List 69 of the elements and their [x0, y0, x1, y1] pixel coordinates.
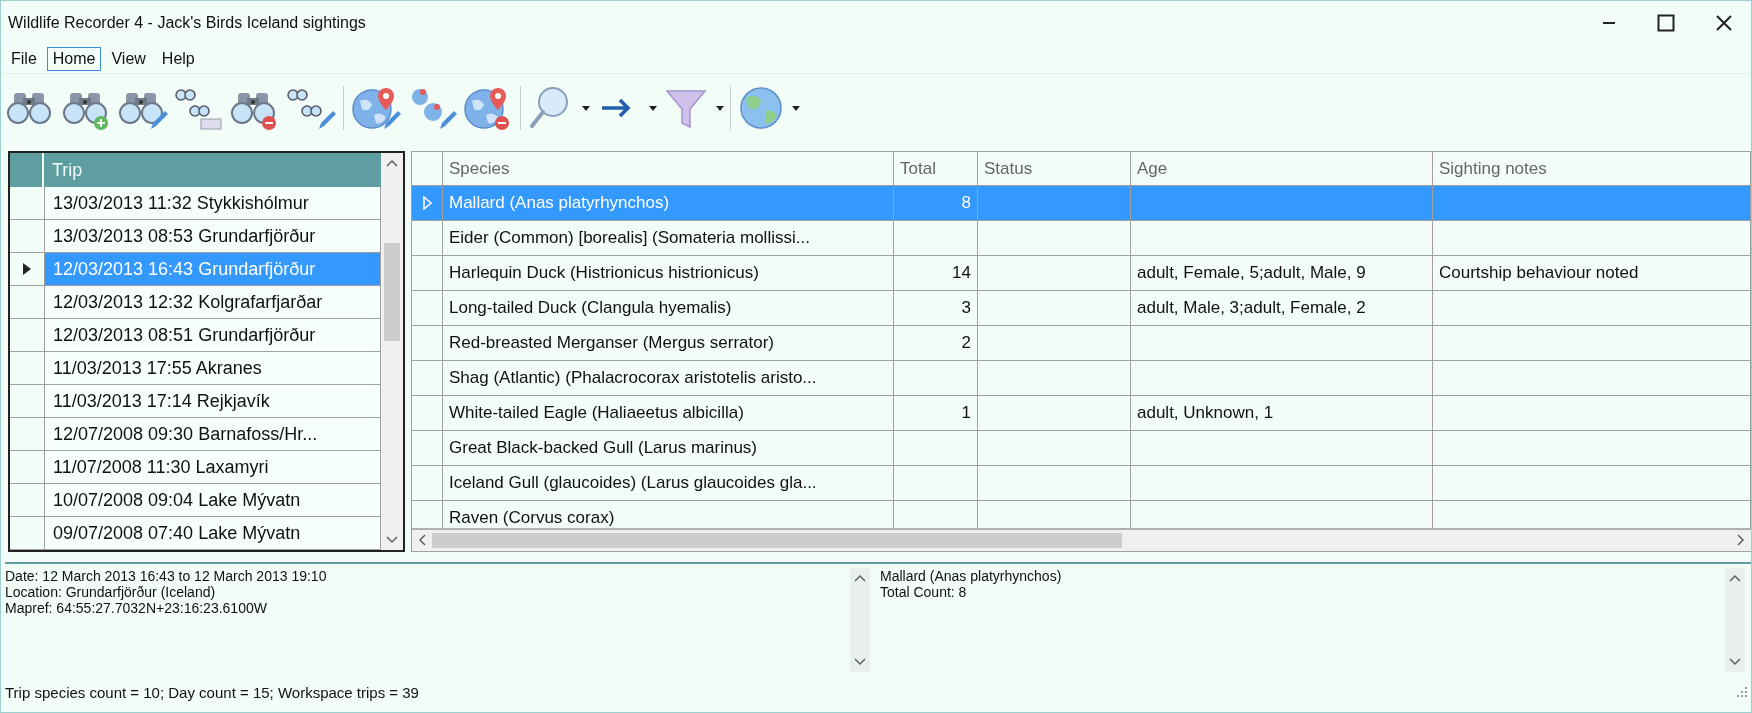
table-cell: Long-tailed Duck (Clangula hyemalis) [449, 298, 732, 318]
trip-item[interactable]: 12/03/2013 08:51 Grundarfjörður [44, 319, 381, 352]
scroll-up-icon[interactable] [1729, 574, 1741, 582]
trip-item[interactable]: 11/07/2008 11:30 Laxamyri [44, 451, 381, 484]
globe-pin-icon [350, 85, 402, 131]
table-cell: Courtship behaviour noted [1439, 263, 1639, 283]
table-row[interactable]: Iceland Gull (glaucoides) (Larus glaucoides gla... [412, 466, 1751, 501]
scrollbar[interactable] [381, 153, 403, 550]
scroll-down-icon[interactable] [386, 536, 398, 544]
menu-item[interactable]: View [105, 47, 152, 71]
trip-item[interactable]: 11/03/2013 17:14 Rejkjavík [44, 385, 381, 418]
scroll-down-icon[interactable] [1729, 658, 1741, 666]
menu-item[interactable]: Help [155, 47, 201, 71]
scrollbar[interactable] [1725, 568, 1745, 672]
maximize-icon[interactable] [1657, 14, 1675, 32]
caret-icon[interactable] [649, 105, 657, 111]
table-cell: White-tailed Eagle (Haliaeetus albicilla) [449, 403, 744, 423]
table-cell: Red-breasted Merganser (Mergus serrator) [449, 333, 774, 353]
table-row[interactable]: Great Black-backed Gull (Larus marinus) [412, 431, 1751, 466]
table-cell: Iceland Gull (glaucoides) (Larus glaucoides gla... [449, 473, 817, 493]
trip-item[interactable]: 12/03/2013 12:32 Kolgrafarfjarðar [44, 286, 381, 319]
menu-item[interactable]: File [5, 47, 43, 71]
table-cell: 2 [961, 333, 971, 353]
resize-grip-icon[interactable] [1737, 687, 1747, 697]
sighting-details: Mallard (Anas platyrhynchos) Total Count: 8 [880, 568, 1063, 602]
scroll-up-icon[interactable] [854, 574, 866, 582]
trip-item[interactable]: 12/07/2008 09:30 Barnafoss/Hr... [44, 418, 381, 451]
table-cell: Eider (Common) [borealis] (Somateria mollissi... [449, 228, 810, 248]
scroll-up-icon[interactable] [386, 159, 398, 167]
scroll-down-icon[interactable] [854, 658, 866, 666]
trip-item[interactable]: 09/07/2008 07:40 Lake Mývatn [44, 517, 381, 550]
scroll-right-icon[interactable] [1737, 534, 1745, 547]
table-cell: Raven (Corvus corax) [449, 508, 615, 528]
table-row[interactable]: Long-tailed Duck (Clangula hyemalis) 3 adult, Male, 3;adult, Female, 2 [412, 291, 1751, 326]
table-cell: adult, Male, 3;adult, Female, 2 [1137, 298, 1366, 318]
trip-item[interactable]: 11/03/2013 17:55 Akranes [44, 352, 381, 385]
table-row[interactable]: Harlequin Duck (Histrionicus histrionicus) 14 adult, Female, 5;adult, Male, 9 Courtship behaviour noted [412, 256, 1751, 291]
table-cell: Harlequin Duck (Histrionicus histrionicus) [449, 263, 759, 283]
scrollbar-thumb[interactable] [432, 532, 1122, 548]
table-cell: 3 [961, 298, 971, 318]
table-row[interactable]: Shag (Atlantic) (Phalacrocorax aristotelis aristo... [412, 361, 1751, 396]
trip-details: Date: 12 March 2013 16:43 to 12 March 2013 19:10 Location: Grundarfjörður (Iceland) Mapref: 64:55:27.7032N+23:16:23.6100W [5, 568, 328, 618]
scroll-left-icon[interactable] [418, 534, 426, 547]
close-icon[interactable] [1715, 14, 1733, 32]
table-cell: 1 [961, 403, 971, 423]
caret-icon[interactable] [716, 105, 724, 111]
scrollbar-thumb[interactable] [384, 243, 400, 341]
window-title: Wildlife Recorder 4 - Jack's Birds Iceland sightings [8, 14, 366, 32]
trip-item[interactable]: 10/07/2008 09:04 Lake Mývatn [44, 484, 381, 517]
current-row-icon [422, 196, 432, 210]
table-row[interactable]: White-tailed Eagle (Haliaeetus albicilla) 1 adult, Unknown, 1 [412, 396, 1751, 431]
table-cell: Mallard (Anas platyrhynchos) [449, 193, 670, 213]
current-row-icon [23, 263, 31, 275]
caret-icon[interactable] [792, 105, 800, 111]
table-cell: 14 [952, 263, 971, 283]
trip-item[interactable]: 13/03/2013 08:53 Grundarfjörður [44, 220, 381, 253]
table-cell: Great Black-backed Gull (Larus marinus) [449, 438, 757, 458]
status-text: Trip species count = 10; Day count = 15; Workspace trips = 39 [5, 683, 419, 701]
scrollbar[interactable] [850, 568, 870, 672]
scrollbar[interactable] [412, 527, 1751, 551]
table-cell: adult, Unknown, 1 [1137, 403, 1274, 423]
table-cell: Shag (Atlantic) (Phalacrocorax aristotelis aristo... [449, 368, 817, 388]
menu-item[interactable]: Home [46, 47, 102, 71]
table-cell: 8 [961, 193, 971, 213]
caret-icon[interactable] [582, 105, 590, 111]
table-row[interactable]: Red-breasted Merganser (Mergus serrator) 2 [412, 326, 1751, 361]
trip-item[interactable]: 13/03/2013 11:32 Stykkishólmur [44, 187, 381, 220]
table-cell: adult, Female, 5;adult, Male, 9 [1137, 263, 1366, 283]
table-row[interactable]: Eider (Common) [borealis] (Somateria mollissi... [412, 221, 1751, 256]
